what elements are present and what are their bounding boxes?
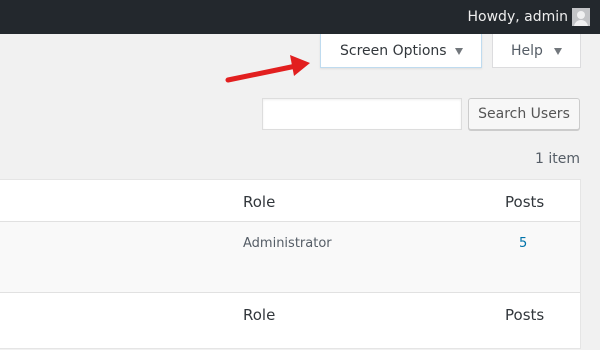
item-count: 1 item xyxy=(535,151,580,167)
column-header-posts[interactable]: Posts xyxy=(505,193,544,211)
user-avatar-icon[interactable] xyxy=(572,8,590,26)
users-table: Role Posts Administrator 5 Role Posts xyxy=(0,179,581,349)
column-footer-role: Role xyxy=(243,306,276,324)
user-role-cell: Administrator xyxy=(243,236,332,251)
screen-options-label: Screen Options xyxy=(340,43,447,59)
column-footer-posts[interactable]: Posts xyxy=(505,306,544,324)
table-row: Administrator 5 xyxy=(0,222,580,292)
help-label: Help xyxy=(511,43,543,59)
red-arrow-icon xyxy=(225,55,310,83)
help-button[interactable]: Help xyxy=(492,34,581,68)
column-header-role: Role xyxy=(243,193,276,211)
search-users-button[interactable]: Search Users xyxy=(468,98,580,130)
howdy-greeting[interactable]: Howdy, admin xyxy=(468,0,568,34)
avatar-shoulders xyxy=(574,20,588,26)
screen-options-button[interactable]: Screen Options xyxy=(320,34,482,68)
table-footer-row: Role Posts xyxy=(0,292,580,350)
search-input[interactable] xyxy=(262,98,462,130)
avatar-head xyxy=(577,11,585,19)
caret-down-icon xyxy=(554,48,562,55)
admin-bar: Howdy, admin xyxy=(0,0,600,34)
user-posts-link[interactable]: 5 xyxy=(519,236,527,251)
table-header-row: Role Posts xyxy=(0,180,580,222)
caret-down-icon xyxy=(455,48,463,55)
